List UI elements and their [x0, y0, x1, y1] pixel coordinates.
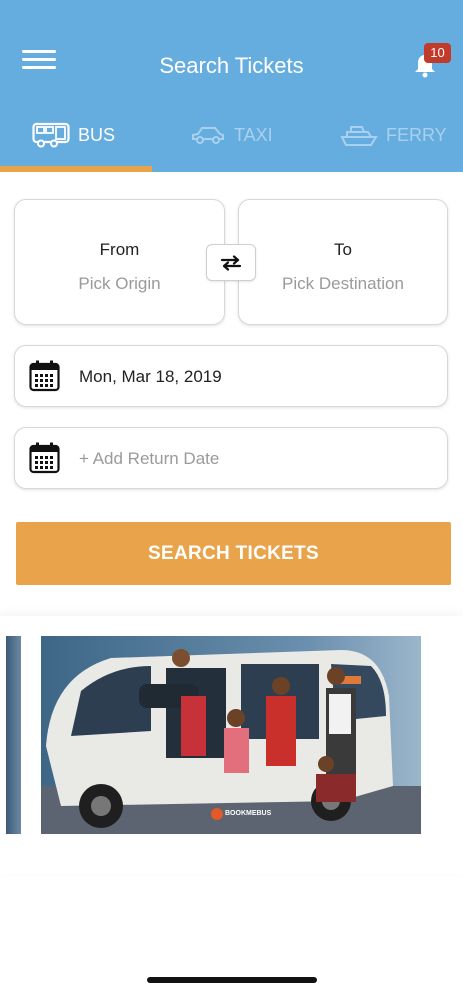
bus-icon	[32, 122, 70, 148]
tab-bus-label: BUS	[78, 124, 116, 145]
promo-banner[interactable]: BOOKMEBUS	[41, 636, 421, 834]
promo-brand-label: BOOKMEBUS	[225, 810, 272, 817]
origin-picker[interactable]: From Pick Origin	[14, 199, 225, 325]
tab-ferry[interactable]: FERRY	[340, 112, 447, 158]
tab-taxi-label: TAXI	[234, 124, 273, 145]
app-header: Search Tickets 10 BUS TAXI FERRY	[0, 0, 463, 172]
from-label: From	[99, 240, 140, 259]
tab-taxi[interactable]: TAXI	[190, 112, 273, 158]
swap-arrows-icon	[220, 254, 242, 271]
tab-ferry-label: FERRY	[386, 124, 447, 145]
swap-route-button[interactable]	[206, 244, 256, 281]
home-indicator	[147, 977, 317, 983]
destination-placeholder: Pick Destination	[282, 274, 404, 293]
to-label: To	[334, 240, 352, 259]
transport-tabs: BUS TAXI FERRY	[0, 112, 463, 158]
promo-van-image	[41, 636, 421, 834]
calendar-icon	[29, 442, 60, 474]
origin-placeholder: Pick Origin	[78, 274, 161, 293]
notification-badge: 10	[424, 43, 451, 63]
taxi-icon	[192, 127, 224, 144]
departure-date-value: Mon, Mar 18, 2019	[79, 367, 222, 386]
calendar-icon	[29, 360, 60, 392]
destination-picker[interactable]: To Pick Destination	[238, 199, 448, 325]
return-date-picker[interactable]: + Add Return Date	[14, 427, 448, 489]
search-tickets-button[interactable]: SEARCH TICKETS	[16, 522, 451, 585]
active-tab-indicator	[0, 166, 152, 172]
tab-bus[interactable]: BUS	[32, 112, 115, 158]
promo-slide-previous[interactable]	[6, 636, 21, 834]
departure-date-picker[interactable]: Mon, Mar 18, 2019	[14, 345, 448, 407]
ferry-icon	[340, 126, 378, 146]
return-date-placeholder: + Add Return Date	[79, 449, 220, 468]
page-title: Search Tickets	[159, 53, 304, 78]
